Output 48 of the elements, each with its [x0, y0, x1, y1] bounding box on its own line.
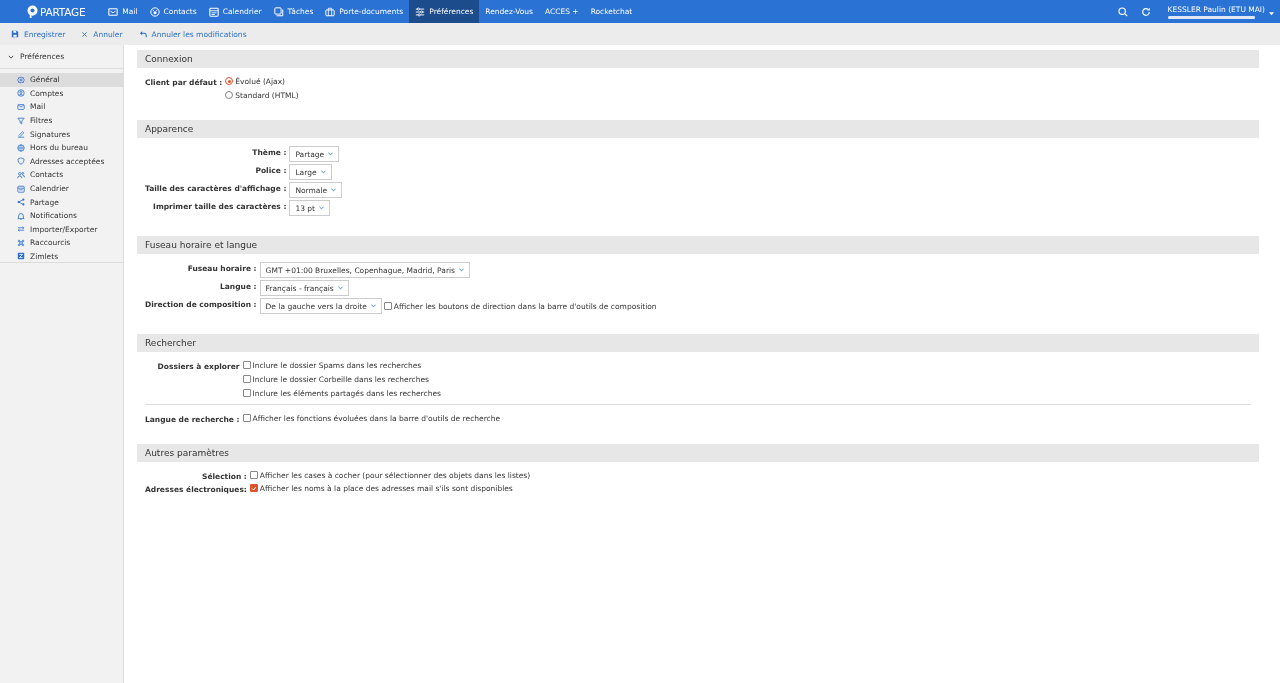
caret-icon — [328, 152, 334, 156]
caret-icon — [331, 188, 337, 192]
radio-button[interactable] — [225, 91, 234, 99]
close-icon — [81, 30, 89, 38]
checkbox[interactable] — [242, 375, 251, 383]
envelope-icon — [17, 103, 25, 111]
caret-icon — [370, 304, 376, 308]
globe-icon — [17, 143, 25, 152]
section-title: Connexion — [145, 54, 193, 64]
save-icon — [11, 30, 19, 38]
gear-icon — [17, 75, 25, 84]
command-icon — [17, 238, 25, 247]
section-title: Autres paramètres — [145, 448, 229, 458]
caret-icon — [337, 286, 343, 290]
undo-icon — [138, 30, 147, 38]
caret-icon — [458, 268, 464, 272]
section-title: Apparence — [145, 124, 194, 134]
sliders-icon — [415, 6, 426, 17]
envelope-icon — [108, 6, 119, 17]
checkbox[interactable] — [242, 361, 251, 369]
section-title: Rechercher — [145, 338, 196, 348]
search-icon[interactable] — [1117, 6, 1128, 17]
calendar-icon — [17, 184, 25, 193]
shield-icon — [17, 157, 25, 166]
caret-icon — [319, 206, 325, 210]
radio-button[interactable] — [225, 77, 234, 85]
calendar-icon — [208, 6, 219, 17]
arrows-icon — [17, 225, 25, 234]
bell-icon — [17, 211, 25, 220]
person-circle-icon — [17, 89, 25, 98]
checkbox[interactable] — [249, 471, 258, 479]
briefcase-icon — [325, 6, 336, 17]
checkbox[interactable] — [383, 302, 392, 310]
refresh-icon[interactable] — [1140, 6, 1151, 17]
section-title: Fuseau horaire et langue — [145, 240, 258, 250]
checkbox[interactable] — [242, 414, 251, 422]
logo-text: PARTAGE — [40, 5, 86, 18]
people-icon — [17, 170, 25, 179]
checkbox[interactable] — [242, 389, 251, 397]
chevron-icon — [8, 53, 14, 60]
tasks-icon — [273, 6, 284, 17]
caret-icon[interactable] — [1269, 11, 1274, 16]
logo-icon — [27, 5, 38, 18]
share-icon — [17, 198, 25, 207]
funnel-icon — [17, 116, 25, 125]
pen-icon — [17, 130, 25, 139]
checkbox[interactable] — [249, 484, 258, 492]
caret-icon — [320, 170, 326, 174]
